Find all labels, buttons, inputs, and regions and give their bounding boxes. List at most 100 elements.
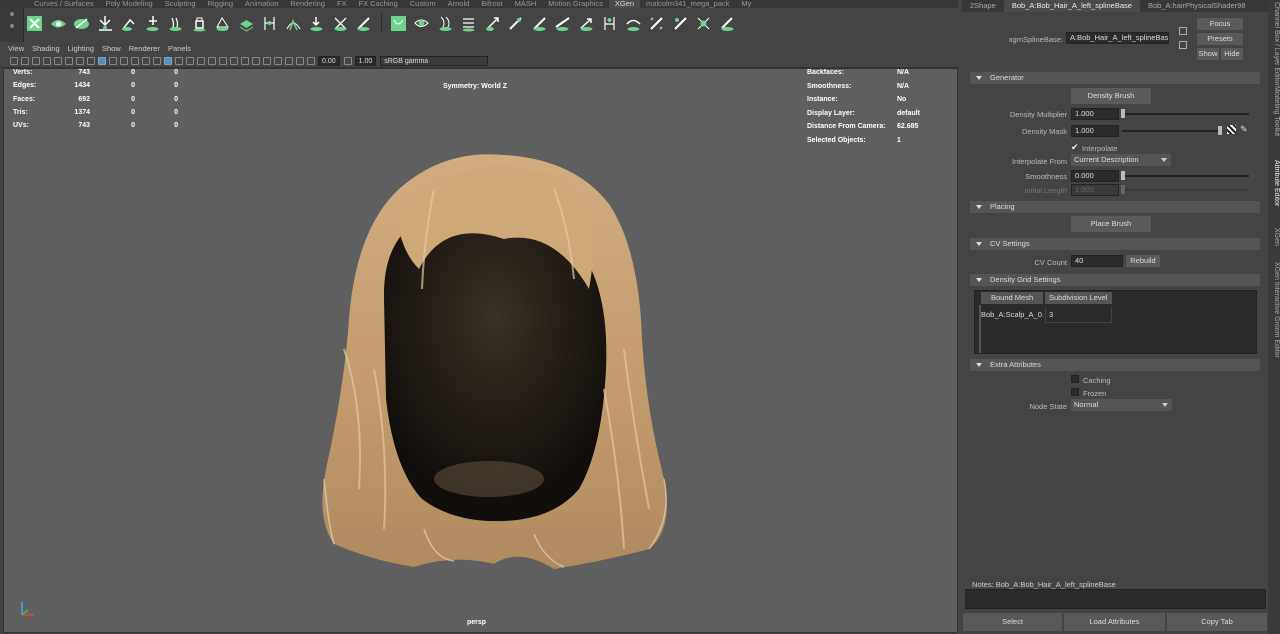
- viewport-default-material-icon[interactable]: [175, 57, 183, 65]
- shelf-tab-curves-surfaces[interactable]: Curves / Surfaces: [28, 0, 100, 8]
- density-multiplier-knob[interactable]: [1121, 109, 1125, 118]
- rebuild-button[interactable]: Rebuild: [1126, 255, 1160, 267]
- xgen-tool-11-icon[interactable]: [261, 15, 278, 32]
- xgen-tool-29-icon[interactable]: [695, 15, 712, 32]
- xgen-tool-19-icon[interactable]: [460, 15, 477, 32]
- menu-panels[interactable]: Panels: [168, 44, 191, 53]
- viewport-safe-title-icon[interactable]: [142, 57, 150, 65]
- tab-hair-shader[interactable]: Bob_A:hairPhysicalShader98: [1140, 0, 1254, 12]
- generator-section[interactable]: Generator: [970, 72, 1260, 84]
- xgen-tool-18-icon[interactable]: [437, 15, 454, 32]
- menu-view[interactable]: View: [8, 44, 24, 53]
- smoothness-knob[interactable]: [1121, 171, 1125, 180]
- edit-mask-icon[interactable]: ✎: [1240, 125, 1249, 134]
- smoothness-field[interactable]: 0.000: [1071, 170, 1119, 182]
- cv-count-field[interactable]: 40: [1071, 255, 1123, 267]
- xgen-tool-20-icon[interactable]: [484, 15, 501, 32]
- menu-show[interactable]: Show: [102, 44, 121, 53]
- density-mask-knob[interactable]: [1218, 126, 1222, 135]
- xgen-tool-3-icon[interactable]: [73, 15, 90, 32]
- viewport-grease-pencil-icon[interactable]: [65, 57, 73, 65]
- density-mask-slider[interactable]: [1122, 130, 1222, 132]
- viewport-xray-icon[interactable]: [263, 57, 271, 65]
- xgen-tool-22-icon[interactable]: [531, 15, 548, 32]
- shelf-tab-sculpting[interactable]: Sculpting: [159, 0, 202, 8]
- xgen-tool-10-icon[interactable]: [238, 15, 255, 32]
- shelf-tab-rendering[interactable]: Rendering: [284, 0, 331, 8]
- viewport-textured-icon[interactable]: [186, 57, 194, 65]
- shelf-tab-motion-graphics[interactable]: Motion Graphics: [542, 0, 609, 8]
- viewport-image-plane-icon[interactable]: [43, 57, 51, 65]
- xgen-tool-28-icon[interactable]: [672, 15, 689, 32]
- viewport-xray-active-icon[interactable]: [285, 57, 293, 65]
- col-subdivision-level[interactable]: Subdivision Level: [1045, 292, 1112, 304]
- xgen-tool-1-icon[interactable]: [26, 15, 43, 32]
- shelf-tab-poly-modeling[interactable]: Poly Modeling: [100, 0, 159, 8]
- caching-checkbox[interactable]: [1071, 375, 1079, 383]
- shelf-tab-bifrost[interactable]: Bifrost: [475, 0, 508, 8]
- node-name-field[interactable]: A:Bob_Hair_A_left_splineBase: [1066, 32, 1169, 44]
- xgen-tool-12-icon[interactable]: [285, 15, 302, 32]
- xgen-tool-6-icon[interactable]: [144, 15, 161, 32]
- menu-lighting[interactable]: Lighting: [68, 44, 94, 53]
- viewport-resolution-gate-icon[interactable]: [98, 57, 106, 65]
- shelf-tab-fx-caching[interactable]: FX Caching: [353, 0, 404, 8]
- viewport-smooth-shade-icon[interactable]: [164, 57, 172, 65]
- select-button[interactable]: Select: [963, 613, 1062, 631]
- viewport-anti-aliasing-icon[interactable]: [230, 57, 238, 65]
- xgen-tool-24-icon[interactable]: [578, 15, 595, 32]
- color-space-dropdown[interactable]: sRGB gamma: [380, 56, 489, 66]
- viewport-film-gate-icon[interactable]: [87, 57, 95, 65]
- viewport-field-chart-icon[interactable]: [120, 57, 128, 65]
- shelf-settings-icon[interactable]: [10, 24, 14, 28]
- interpolate-from-dropdown[interactable]: Current Description: [1071, 154, 1171, 166]
- tab-shape[interactable]: 2Shape: [962, 0, 1004, 12]
- row-subdivision-level[interactable]: 3: [1045, 307, 1112, 323]
- presets-button[interactable]: Presets: [1197, 33, 1243, 45]
- shelf-tab-custom[interactable]: Custom: [404, 0, 442, 8]
- viewport-select-camera-icon[interactable]: [10, 57, 18, 65]
- exposure-field[interactable]: 0.00: [318, 56, 340, 66]
- load-attributes-button[interactable]: Load Attributes: [1064, 613, 1165, 631]
- xgen-tool-30-icon[interactable]: [719, 15, 736, 32]
- viewport-ambient-occlusion-icon[interactable]: [219, 57, 227, 65]
- tab-spline-base[interactable]: Bob_A:Bob_Hair_A_left_splineBase: [1003, 0, 1140, 12]
- viewport-persp[interactable]: Verts: 743 0 0 Edges: 1434 0 0 Faces: 692 0 0 Tris: 1…: [3, 68, 958, 633]
- density-grid-section[interactable]: Density Grid Settings: [970, 274, 1260, 286]
- xgen-tool-25-icon[interactable]: [601, 15, 618, 32]
- smoothness-slider[interactable]: [1122, 175, 1249, 177]
- viewport-backface-icon[interactable]: [296, 57, 304, 65]
- viewport-isolate-select-icon[interactable]: [252, 57, 260, 65]
- shelf-tab-mash[interactable]: MASH: [509, 0, 543, 8]
- xgen-tool-13-icon[interactable]: [308, 15, 325, 32]
- place-brush-button[interactable]: Place Brush: [1071, 216, 1151, 232]
- viewport-shadows-icon[interactable]: [208, 57, 216, 65]
- viewport-lock-camera-icon[interactable]: [21, 57, 29, 65]
- viewport-gate-mask-icon[interactable]: [109, 57, 117, 65]
- xgen-tool-14-icon[interactable]: [332, 15, 349, 32]
- xgen-tool-26-icon[interactable]: [625, 15, 642, 32]
- cv-settings-section[interactable]: CV Settings: [970, 238, 1260, 250]
- viewport-grid-icon[interactable]: [76, 57, 84, 65]
- side-tab-attribute-editor[interactable]: Attribute Editor: [1268, 160, 1280, 220]
- xgen-tool-9-icon[interactable]: [214, 15, 231, 32]
- side-tab-modeling-toolkit[interactable]: Modeling Toolkit: [1268, 86, 1280, 150]
- viewport-wireframe-icon[interactable]: [153, 57, 161, 65]
- copy-tab-button[interactable]: Copy Tab: [1167, 613, 1267, 631]
- shelf-tab-animation[interactable]: Animation: [239, 0, 284, 8]
- xgen-tool-15-icon[interactable]: [355, 15, 372, 32]
- shelf-tab-arnold[interactable]: Arnold: [442, 0, 476, 8]
- shelf-tab-malcolm341-mega-pack[interactable]: malcolm341_mega_pack: [640, 0, 735, 8]
- density-multiplier-field[interactable]: 1.000: [1071, 108, 1119, 120]
- side-tab-xgen-groom[interactable]: XGen Interactive Groom Editor: [1268, 262, 1280, 374]
- side-tab-xgen[interactable]: XGen: [1268, 228, 1280, 252]
- density-brush-button[interactable]: Density Brush: [1071, 88, 1151, 104]
- shelf-tab-my[interactable]: My: [735, 0, 757, 8]
- placing-section[interactable]: Placing: [970, 201, 1260, 213]
- notes-field[interactable]: [965, 589, 1266, 609]
- extra-attributes-section[interactable]: Extra Attributes: [970, 359, 1260, 371]
- density-multiplier-slider[interactable]: [1122, 113, 1249, 115]
- col-bound-mesh[interactable]: Bound Mesh: [981, 292, 1043, 304]
- viewport-xray-joints-icon[interactable]: [274, 57, 282, 65]
- xgen-tool-8-icon[interactable]: [191, 15, 208, 32]
